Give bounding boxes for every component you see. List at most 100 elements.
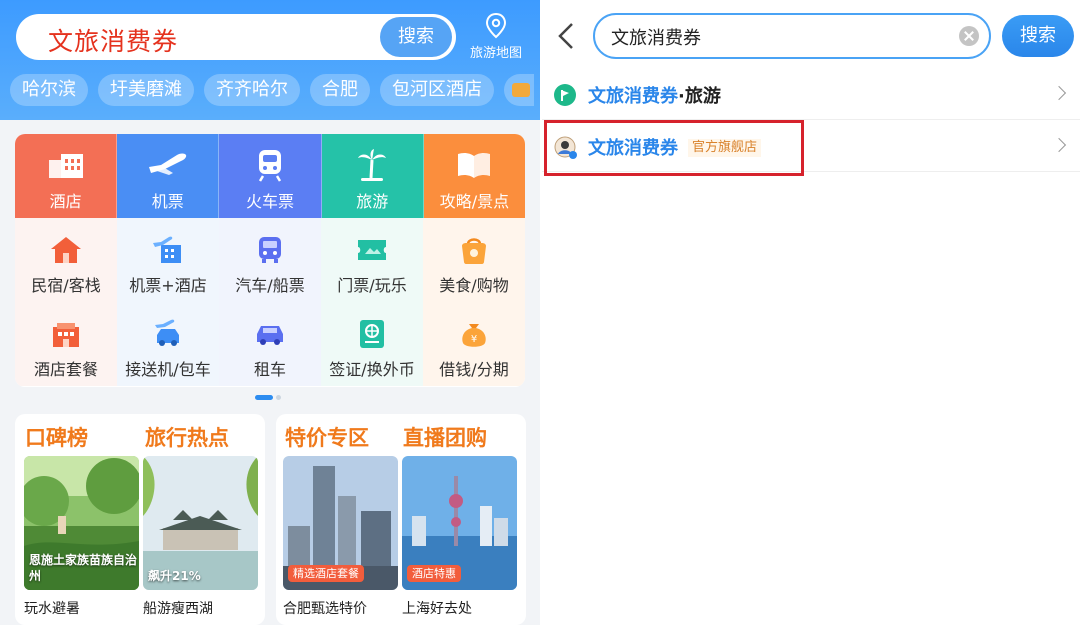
grid-car-rental-label: 租车 <box>253 360 286 379</box>
promo-card-reputation[interactable]: 口碑榜 旅行热点 恩施土家族苗族自治州 飙升21% 玩水避暑 船游瘦西湖 <box>15 414 265 625</box>
chip-2[interactable]: 齐齐哈尔 <box>204 74 300 106</box>
service-grid: 酒店 机票 火车票 旅游 攻略/景点 民宿/客栈 机票+酒店 汽车/船票 门票/… <box>15 134 525 387</box>
travel-logo-icon <box>554 84 576 106</box>
promo-title-reputation: 口碑榜 <box>25 426 88 450</box>
service-grid-top-row: 酒店 机票 火车票 旅游 攻略/景点 <box>15 134 525 218</box>
home-screen: 文旅消费券 搜索 旅游地图 哈尔滨 圩美磨滩 齐齐哈尔 合肥 包河区酒店 酒店 <box>0 0 540 625</box>
service-grid-row-3: 酒店套餐 接送机/包车 租车 签证/换外币 ¥ 借钱/分期 <box>15 302 525 386</box>
suggestion-travel-suffix: ·旅游 <box>678 86 721 107</box>
promo-image-shanghai[interactable]: 酒店特惠 <box>402 456 517 590</box>
grid-guide[interactable]: 攻略/景点 <box>423 134 525 218</box>
grid-flight-hotel-label: 机票+酒店 <box>129 276 207 295</box>
promo-overlay-rising: 飙升21% <box>148 569 201 583</box>
home-header: 文旅消费券 搜索 旅游地图 哈尔滨 圩美磨滩 齐齐哈尔 合肥 包河区酒店 <box>0 0 540 120</box>
promo-caption-boat: 船游瘦西湖 <box>143 601 213 617</box>
plane-hotel-icon <box>153 236 181 263</box>
pager-dot <box>276 395 281 400</box>
house-icon <box>51 237 81 263</box>
grid-hotel[interactable]: 酒店 <box>15 134 118 218</box>
chip-0[interactable]: 哈尔滨 <box>10 74 88 106</box>
chevron-right-icon <box>1051 85 1067 101</box>
service-grid-row-2: 民宿/客栈 机票+酒店 汽车/船票 门票/玩乐 美食/购物 <box>15 218 525 302</box>
grid-train-label: 火车票 <box>246 192 295 211</box>
back-arrow-icon[interactable] <box>554 20 580 52</box>
grid-homestay-label: 民宿/客栈 <box>31 276 101 295</box>
book-icon <box>458 152 491 178</box>
suggestion-travel[interactable]: 文旅消费券·旅游 <box>542 70 1080 120</box>
grid-loan[interactable]: ¥ 借钱/分期 <box>423 302 525 386</box>
grid-flight-label: 机票 <box>151 192 184 211</box>
grid-food-shopping-label: 美食/购物 <box>439 276 509 295</box>
grid-tour[interactable]: 旅游 <box>321 134 424 218</box>
home-search-value[interactable]: 文旅消费券 <box>48 22 178 58</box>
suggestion-travel-name: 文旅消费券·旅游 <box>588 82 721 108</box>
chip-4[interactable]: 包河区酒店 <box>380 74 494 106</box>
promo-badge-hotel-package: 精选酒店套餐 <box>288 565 364 582</box>
grid-car-rental[interactable]: 租车 <box>219 302 321 386</box>
search-screen: 搜索 文旅消费券·旅游 文旅消费券 官方旗舰店 <box>542 0 1080 625</box>
ticket-icon <box>358 240 386 260</box>
search-input-box[interactable] <box>593 13 991 59</box>
grid-pager <box>255 395 281 400</box>
chevron-right-icon <box>1051 137 1067 153</box>
promo-caption-shanghai: 上海好去处 <box>402 601 472 617</box>
clear-icon[interactable] <box>959 26 979 46</box>
grid-food-shopping[interactable]: 美食/购物 <box>423 218 525 302</box>
promo-title-live: 直播团购 <box>403 426 487 450</box>
bus-icon <box>259 237 281 263</box>
plane-icon <box>148 153 186 175</box>
hotel-icon <box>48 154 83 178</box>
promo-caption-hefei: 合肥甄选特价 <box>283 601 367 617</box>
promo-image-pavilion[interactable]: 飙升21% <box>143 456 258 590</box>
grid-tickets[interactable]: 门票/玩乐 <box>321 218 423 302</box>
home-search-button[interactable]: 搜索 <box>380 17 452 57</box>
travel-map-label: 旅游地图 <box>469 46 522 61</box>
promo-badge-hotel-deal: 酒店特惠 <box>407 565 461 582</box>
grid-pickup-label: 接送机/包车 <box>125 360 211 379</box>
svg-text:¥: ¥ <box>471 334 477 345</box>
grid-tickets-label: 门票/玩乐 <box>337 276 407 295</box>
grid-train[interactable]: 火车票 <box>219 134 322 218</box>
map-pin-icon <box>485 12 507 39</box>
search-input[interactable] <box>611 24 941 50</box>
hotel-package-icon <box>53 323 79 347</box>
shopping-bag-icon <box>462 238 486 264</box>
palm-tree-icon <box>358 149 387 181</box>
promo-overlay-enshi: 恩施土家族苗族自治州 <box>29 553 138 583</box>
promo-caption-water: 玩水避暑 <box>24 601 80 617</box>
travel-map-button[interactable]: 旅游地图 <box>466 12 526 64</box>
video-chip[interactable] <box>504 74 534 106</box>
promo-image-waterfall[interactable]: 恩施土家族苗族自治州 <box>24 456 139 590</box>
grid-flight[interactable]: 机票 <box>117 134 220 218</box>
grid-visa[interactable]: 签证/换外币 <box>321 302 423 386</box>
money-bag-icon: ¥ <box>462 324 486 347</box>
grid-pickup[interactable]: 接送机/包车 <box>117 302 219 386</box>
grid-tour-label: 旅游 <box>356 192 389 211</box>
grid-guide-label: 攻略/景点 <box>439 192 510 211</box>
video-icon <box>512 83 530 97</box>
car-icon <box>257 326 283 345</box>
grid-hotel-package-label: 酒店套餐 <box>33 360 98 379</box>
grid-loan-label: 借钱/分期 <box>439 360 509 379</box>
pager-dot-active <box>255 395 273 400</box>
pickup-car-icon <box>155 319 179 346</box>
grid-hotel-label: 酒店 <box>49 192 82 211</box>
promo-title-special: 特价专区 <box>285 426 369 450</box>
promo-card-deals[interactable]: 特价专区 直播团购 精选酒店套餐 酒店特惠 合肥甄选特价 上海好去处 <box>276 414 526 625</box>
chip-3[interactable]: 合肥 <box>310 74 370 106</box>
promo-title-hot: 旅行热点 <box>145 426 229 450</box>
grid-bus-ship-label: 汽车/船票 <box>235 276 305 295</box>
hot-search-chips: 哈尔滨 圩美磨滩 齐齐哈尔 合肥 包河区酒店 <box>10 74 540 106</box>
search-button[interactable]: 搜索 <box>1002 15 1074 57</box>
promo-image-hefei[interactable]: 精选酒店套餐 <box>283 456 398 590</box>
home-search-box[interactable]: 文旅消费券 搜索 <box>16 14 456 60</box>
grid-homestay[interactable]: 民宿/客栈 <box>15 218 117 302</box>
chip-1[interactable]: 圩美磨滩 <box>98 74 194 106</box>
train-icon <box>258 150 282 182</box>
grid-flight-hotel[interactable]: 机票+酒店 <box>117 218 219 302</box>
grid-visa-label: 签证/换外币 <box>329 360 415 379</box>
suggestion-travel-keyword: 文旅消费券 <box>588 86 678 107</box>
visa-icon <box>360 320 384 348</box>
grid-bus-ship[interactable]: 汽车/船票 <box>219 218 321 302</box>
grid-hotel-package[interactable]: 酒店套餐 <box>15 302 117 386</box>
